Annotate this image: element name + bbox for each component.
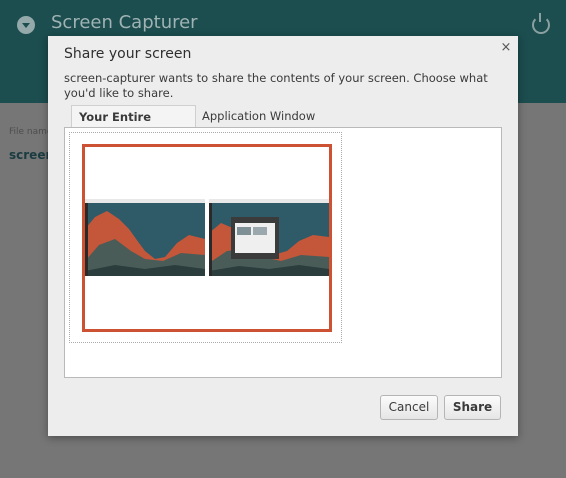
- source-list: [64, 127, 502, 378]
- screen-thumbnail[interactable]: [82, 144, 332, 332]
- app-title: Screen Capturer: [51, 12, 198, 33]
- file-name-label: File name: [9, 127, 53, 137]
- cancel-button[interactable]: Cancel: [380, 395, 438, 420]
- share-button[interactable]: Share: [444, 395, 501, 420]
- power-icon[interactable]: [532, 13, 550, 34]
- monitor-left-image: [85, 199, 205, 276]
- dialog-title: Share your screen: [64, 46, 192, 62]
- dialog-message: screen-capturer wants to share the conte…: [64, 71, 488, 100]
- chevron-down-circle-icon[interactable]: [17, 16, 35, 34]
- tab-application-window[interactable]: Application Window: [202, 105, 320, 127]
- tab-entire-screen[interactable]: Your Entire Screen: [71, 105, 196, 146]
- screen-source-item[interactable]: [69, 132, 342, 343]
- share-screen-dialog: Share your screen × screen-capturer want…: [48, 36, 518, 436]
- close-icon[interactable]: ×: [499, 41, 513, 55]
- monitor-right-image: [209, 199, 329, 276]
